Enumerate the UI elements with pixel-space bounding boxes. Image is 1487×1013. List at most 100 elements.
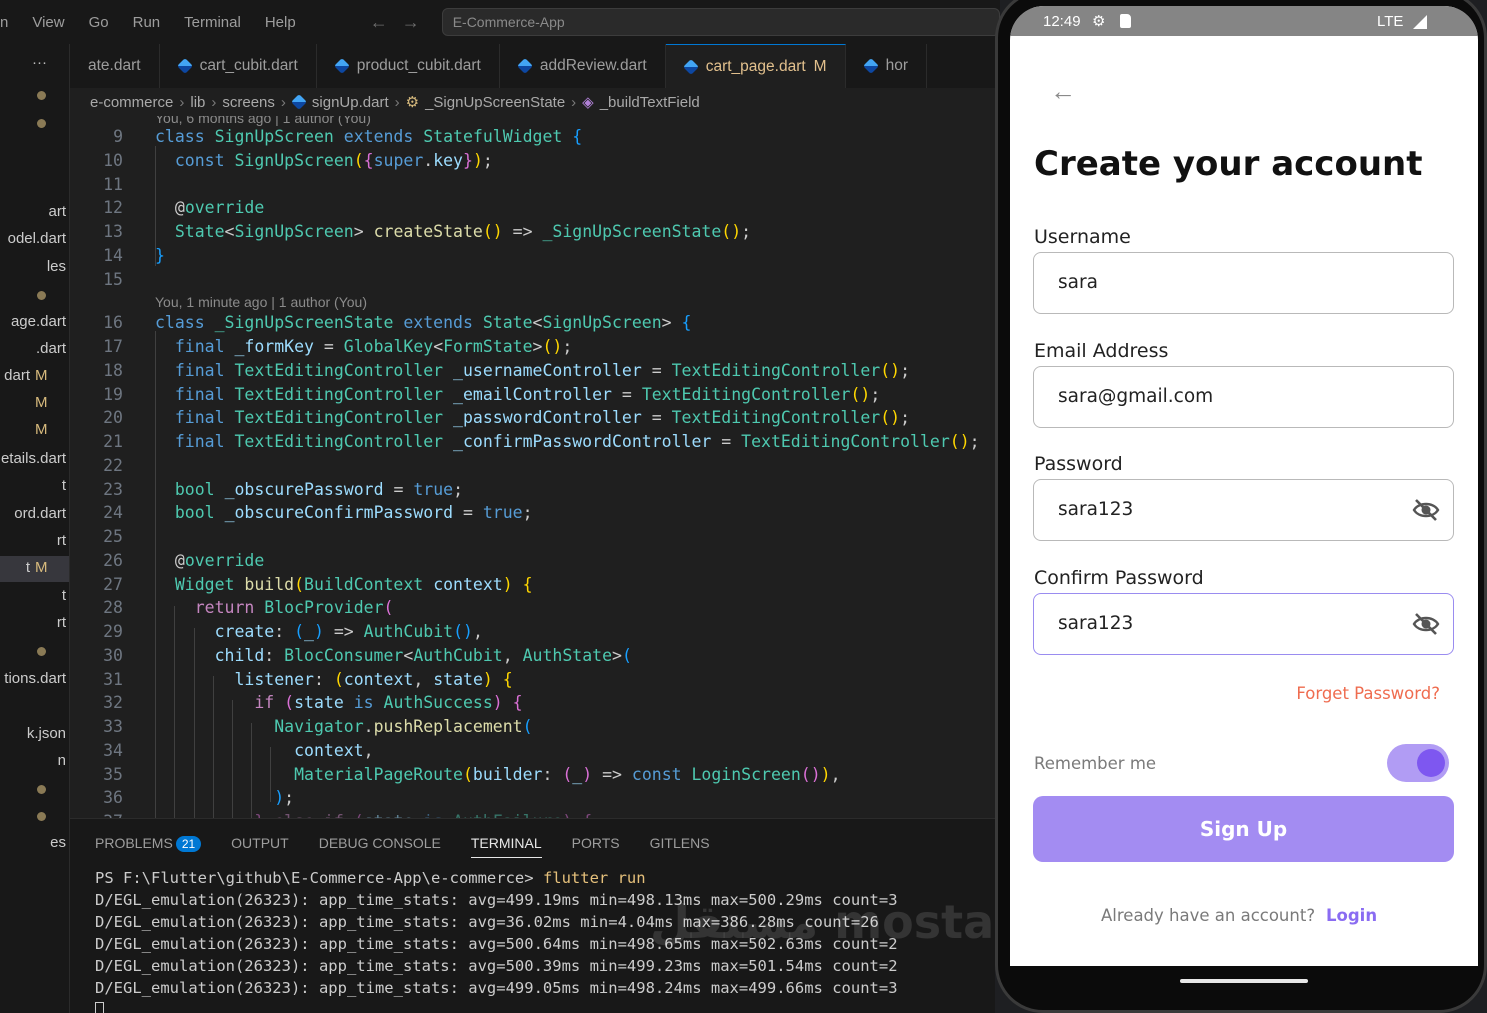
explorer-item-label: odel.dart (7, 230, 66, 247)
sign-up-button[interactable]: Sign Up (1033, 796, 1454, 862)
editor-tab[interactable]: hor (846, 44, 927, 88)
menu-item-view[interactable]: View (20, 14, 76, 31)
explorer-item-label: n (57, 752, 66, 769)
eye-off-icon[interactable] (1411, 497, 1441, 523)
breadcrumb-class[interactable]: _SignUpScreenState (425, 94, 565, 111)
explorer-item[interactable]: dart M (0, 364, 69, 390)
menu-item-terminal[interactable]: Terminal (172, 14, 253, 31)
back-arrow-icon[interactable]: ← (1050, 76, 1076, 107)
codelens-blame[interactable]: You, 6 months ago | 1 author (You) (155, 116, 371, 126)
more-actions-icon[interactable]: ··· (32, 54, 47, 71)
line-number: 30 (103, 646, 123, 665)
tab-problems[interactable]: PROBLEMS 21 (95, 835, 202, 858)
menu-bar: n View Go Run Terminal Help ← → E-Commer… (0, 0, 1000, 44)
terminal-command: flutter run (542, 869, 646, 887)
breadcrumb-method[interactable]: _buildTextField (600, 94, 700, 111)
password-field[interactable]: sara123 (1033, 479, 1454, 541)
explorer-item[interactable]: tM (0, 556, 69, 582)
explorer-item[interactable]: etails.dart (0, 447, 69, 473)
code-line: bool _obscureConfirmPassword = true; (174, 503, 533, 522)
codelens-blame[interactable]: You, 1 minute ago | 1 author (You) (155, 294, 367, 310)
code-line: @override (155, 551, 265, 570)
explorer-item[interactable] (0, 803, 69, 829)
explorer-item[interactable] (0, 776, 69, 802)
breadcrumb-file[interactable]: signUp.dart (312, 94, 389, 111)
email-field[interactable]: sara@gmail.com (1033, 366, 1454, 428)
explorer-item[interactable] (0, 110, 69, 136)
explorer-item[interactable]: age.dart (0, 310, 69, 336)
explorer-item-label: art (48, 203, 66, 220)
forget-password-link[interactable]: Forget Password? (1296, 684, 1440, 703)
code-line: listener: (context, state) { (234, 670, 513, 689)
explorer-item[interactable] (0, 694, 69, 720)
email-value: sara@gmail.com (1058, 386, 1214, 407)
explorer-item[interactable]: n (0, 749, 69, 775)
tab-debug-console[interactable]: DEBUG CONSOLE (319, 835, 441, 858)
explorer-item[interactable]: art (0, 200, 69, 226)
line-number: 34 (103, 741, 123, 760)
gesture-nav-handle[interactable] (1180, 979, 1308, 983)
chevron-right-icon: › (571, 93, 577, 111)
tab-terminal[interactable]: TERMINAL (470, 835, 542, 858)
explorer-item[interactable] (0, 82, 69, 108)
menu-item-file[interactable]: n (0, 14, 20, 31)
terminal-cursor (95, 1001, 104, 1013)
code-editor[interactable]: 9 10 11 12 13 14 15 16 17 18 19 20 21 22 23 24 25 26 27 28 2… (70, 116, 995, 818)
breadcrumb-lib[interactable]: lib (190, 94, 205, 111)
explorer-item[interactable]: odel.dart (0, 227, 69, 253)
explorer-item[interactable]: les (0, 255, 69, 281)
phone-screen: 12:49 ⚙ LTE ← Create your account Userna… (1010, 6, 1478, 966)
command-center-search[interactable]: E-Commerce-App (441, 8, 1000, 36)
tab-output[interactable]: OUTPUT (231, 835, 289, 858)
explorer-item[interactable]: rt (0, 529, 69, 555)
breadcrumb-project[interactable]: e-commerce (90, 94, 173, 111)
editor-tab[interactable]: cart_cubit.dart (160, 44, 317, 88)
terminal-line: D/EGL_emulation(26323): app_time_stats: … (95, 957, 898, 975)
menu-item-go[interactable]: Go (77, 14, 121, 31)
code-line: create: (_) => AuthCubit(), (214, 622, 483, 641)
explorer-item[interactable]: rt (0, 611, 69, 637)
dart-file-icon (176, 58, 193, 74)
line-number: 31 (103, 670, 123, 689)
forward-arrow-icon[interactable]: → (402, 12, 420, 33)
explorer-item[interactable] (0, 282, 69, 308)
remember-me-toggle[interactable] (1387, 744, 1449, 782)
explorer-item[interactable]: ord.dart (0, 502, 69, 528)
line-number: 35 (103, 765, 123, 784)
confirm-password-field[interactable]: sara123 (1033, 593, 1454, 655)
menu-item-help[interactable]: Help (253, 14, 308, 31)
editor-tab[interactable]: ate.dart (70, 44, 160, 88)
editor-tab[interactable]: cart_page.dart M (665, 44, 846, 88)
explorer-item[interactable]: t (0, 584, 69, 610)
editor-tab[interactable]: product_cubit.dart (317, 44, 500, 88)
line-number: 32 (103, 693, 123, 712)
back-arrow-icon[interactable]: ← (370, 12, 388, 33)
change-dot-icon (37, 647, 46, 656)
line-number: 18 (103, 361, 123, 380)
editor-tabs: ate.dart cart_cubit.dart product_cubit.dar… (70, 44, 995, 88)
explorer-item[interactable]: M (0, 418, 69, 444)
tab-ports[interactable]: PORTS (572, 835, 620, 858)
explorer-item[interactable]: tions.dart (0, 667, 69, 693)
editor-tab[interactable]: addReview.dart (500, 44, 666, 88)
explorer-item[interactable]: M (0, 391, 69, 417)
page-title: Create your account (1034, 144, 1423, 184)
menu-item-run[interactable]: Run (121, 14, 173, 31)
explorer-item[interactable]: es (0, 831, 69, 857)
eye-off-icon[interactable] (1411, 611, 1441, 637)
explorer-item[interactable]: t (0, 474, 69, 500)
username-field[interactable]: sara (1033, 252, 1454, 314)
modified-badge: M (35, 367, 48, 384)
breadcrumb-screens[interactable]: screens (222, 94, 275, 111)
explorer-item-label: age.dart (10, 313, 66, 330)
explorer-item[interactable]: k.json (0, 722, 69, 748)
code-line: final TextEditingController _passwordCon… (174, 408, 911, 427)
change-dot-icon (37, 812, 46, 821)
login-link[interactable]: Login (1326, 906, 1377, 925)
explorer-item[interactable]: .dart (0, 337, 69, 363)
status-time: 12:49 (1043, 13, 1081, 30)
tab-gitlens[interactable]: GITLENS (650, 835, 710, 858)
chevron-right-icon: › (394, 93, 400, 111)
explorer-item[interactable] (0, 638, 69, 664)
line-number: 14 (103, 246, 123, 265)
